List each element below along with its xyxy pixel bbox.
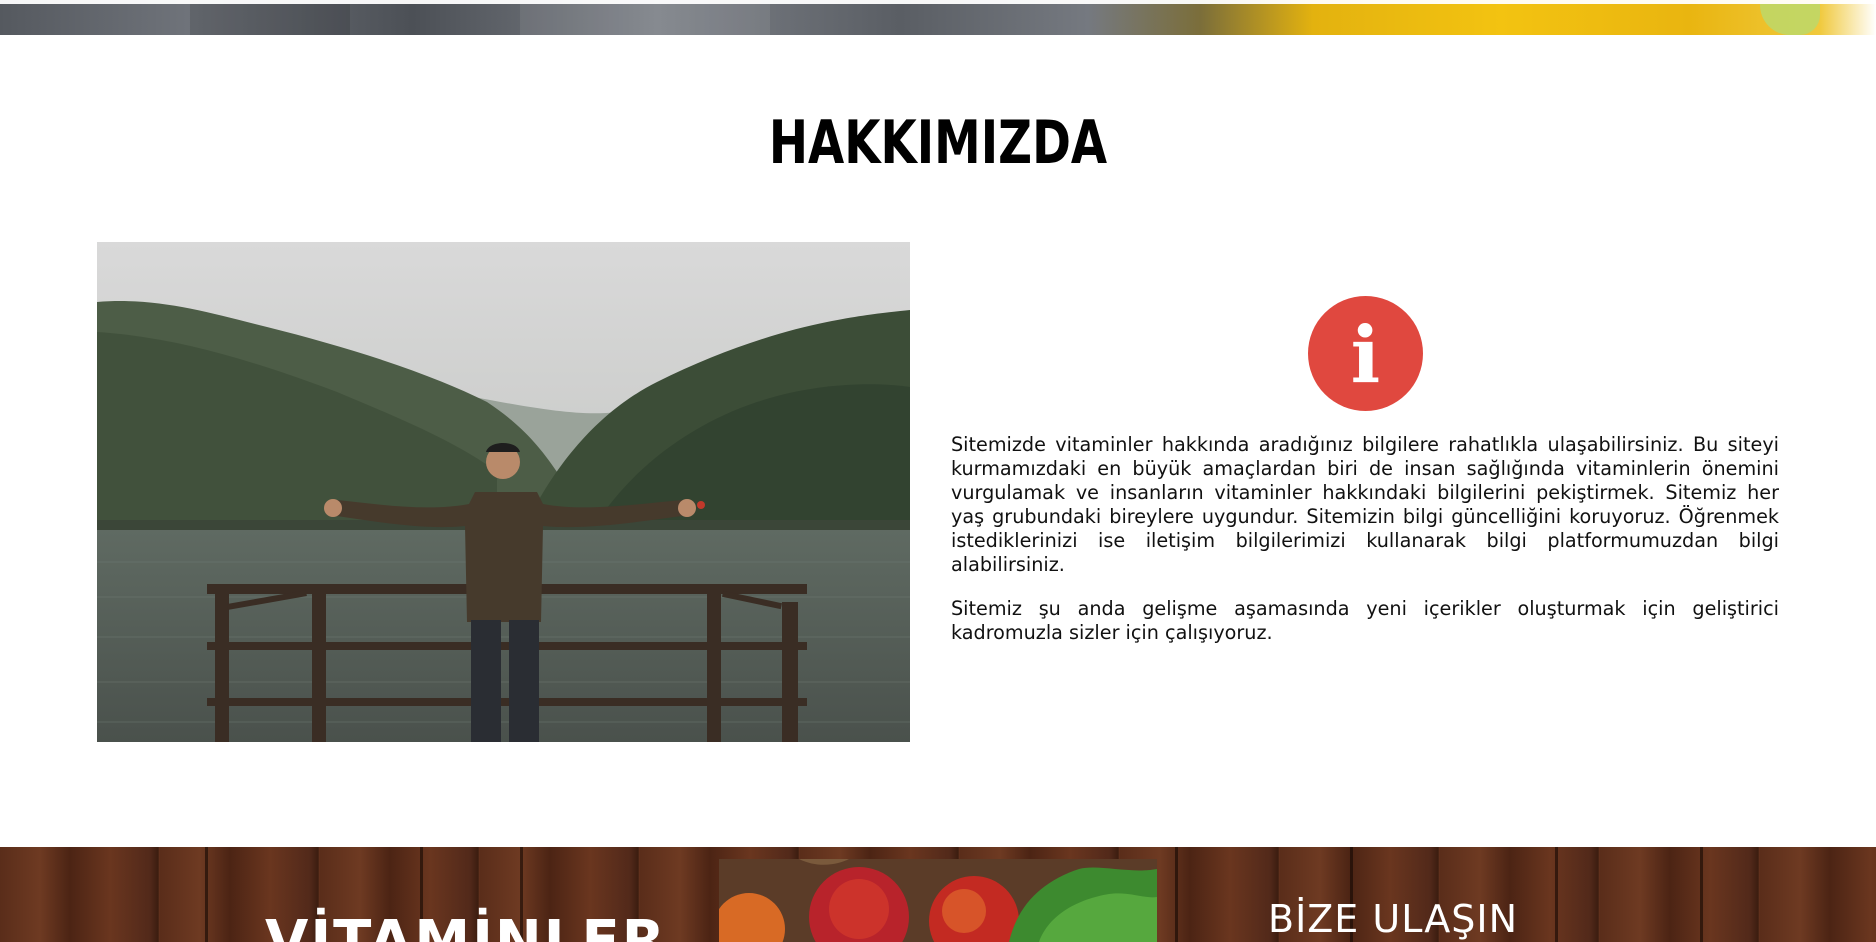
info-glyph: i — [1350, 309, 1381, 401]
info-icon: i — [1308, 296, 1423, 411]
hero-image-strip — [0, 0, 1876, 35]
about-paragraph-2: Sitemiz şu anda gelişme aşamasında yeni … — [951, 597, 1779, 644]
page-title: HAKKIMIZDA — [768, 108, 1108, 178]
contact-heading: BİZE ULAŞIN — [1268, 897, 1519, 941]
about-photo — [97, 242, 910, 742]
page: HAKKIMIZDA i Sitemizde vitaminler hakkın… — [0, 0, 1876, 942]
vitamins-heading: VİTAMİNLER — [265, 909, 667, 942]
footer-section: VİTAMİNLER BİZE ULAŞIN — [0, 847, 1876, 942]
about-paragraph-1: Sitemizde vitaminler hakkında aradığınız… — [951, 433, 1779, 576]
about-text: Sitemizde vitaminler hakkında aradığınız… — [951, 433, 1779, 665]
fruit-photo — [719, 859, 1157, 942]
